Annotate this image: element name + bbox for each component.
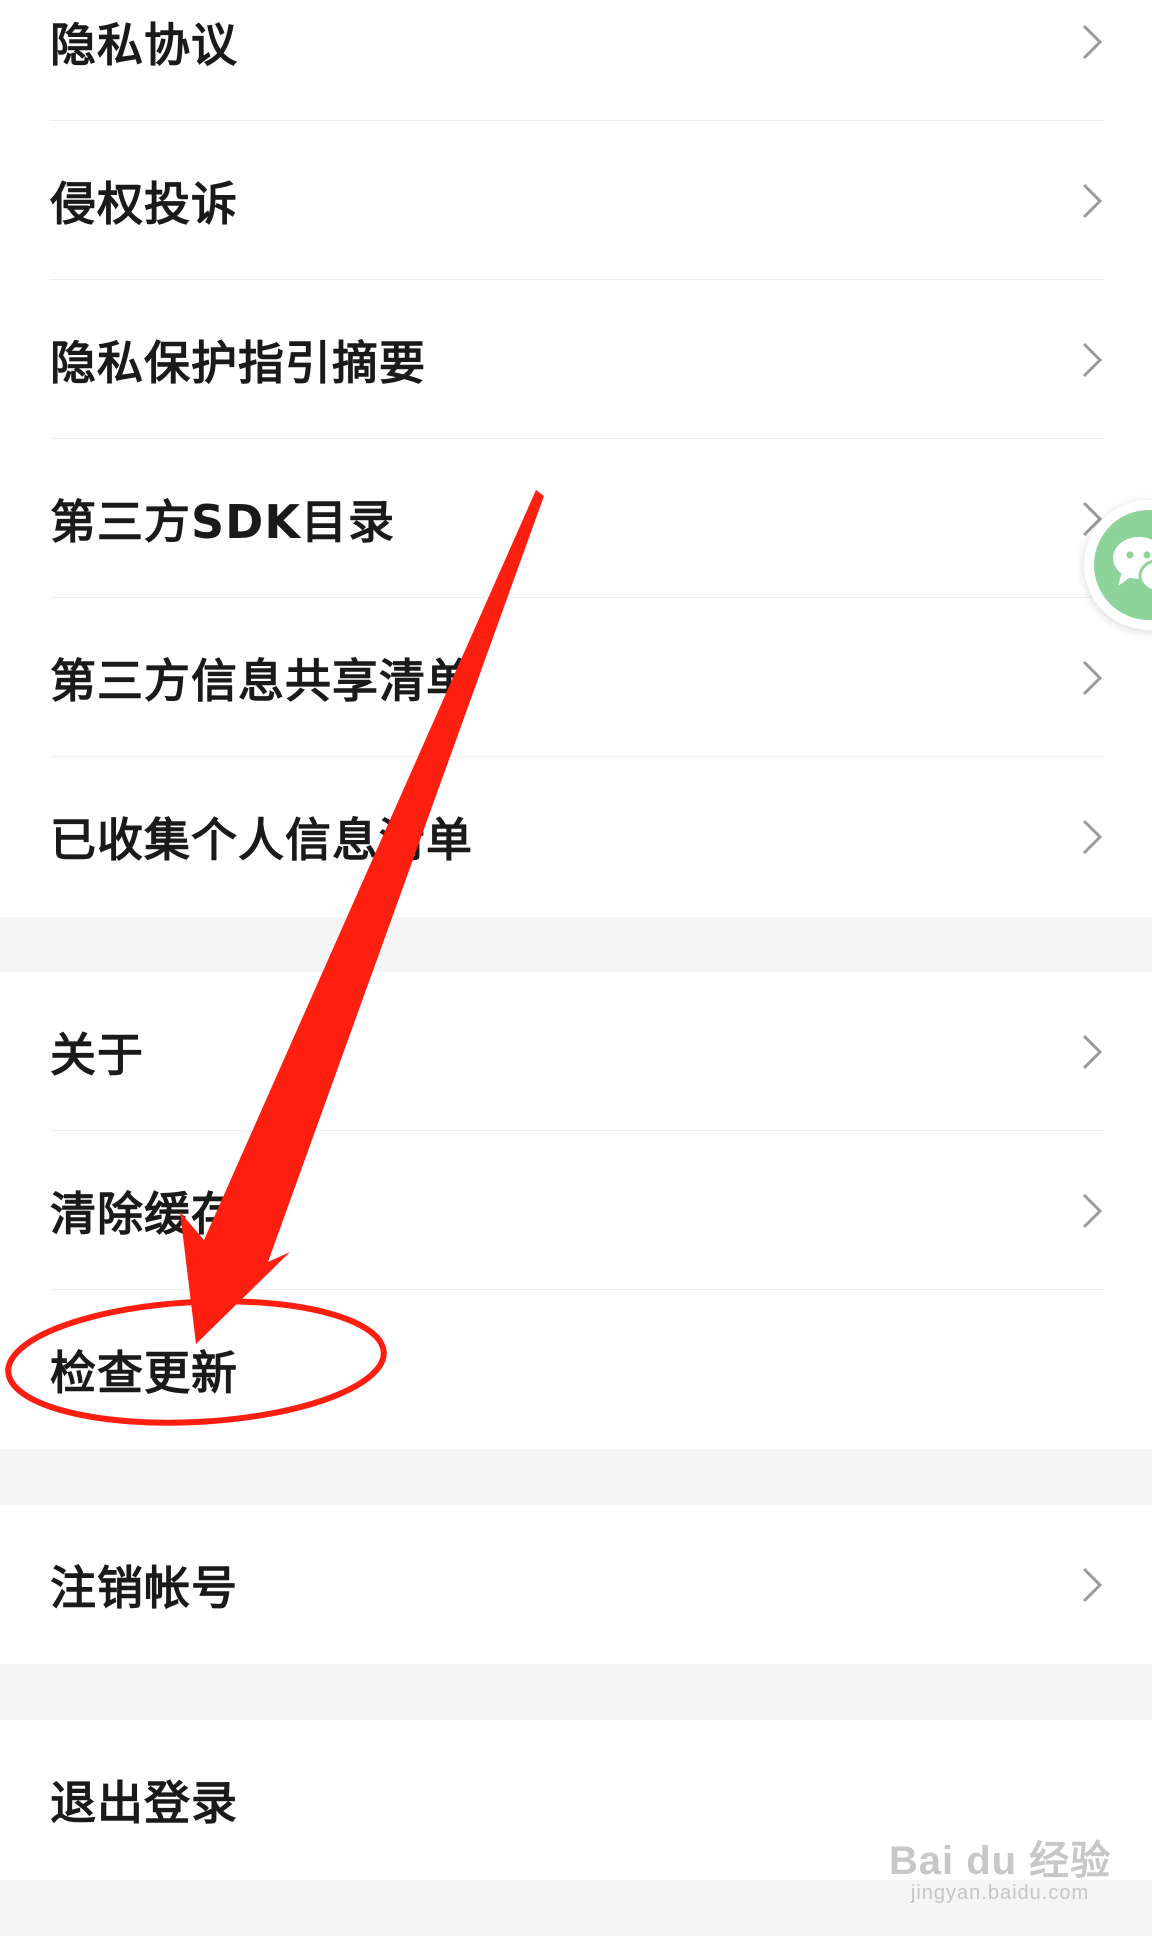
menu-item-label: 第三方SDK目录	[50, 494, 395, 549]
menu-item-label: 退出登录	[50, 1775, 238, 1830]
menu-item-third-party-sharing[interactable]: 第三方信息共享清单	[0, 598, 1152, 757]
settings-group-privacy: 隐私协议 侵权投诉 隐私保护指引摘要 第三方SDK目录 第三方信息共享清单 已收…	[0, 0, 1152, 917]
wechat-icon	[1094, 510, 1152, 620]
menu-item-label: 已收集个人信息清单	[50, 812, 473, 867]
menu-item-label: 关于	[50, 1027, 144, 1082]
chevron-right-icon	[1082, 660, 1103, 695]
chevron-right-icon	[1082, 1193, 1103, 1228]
chevron-right-icon	[1082, 24, 1103, 59]
menu-item-collected-info[interactable]: 已收集个人信息清单	[0, 757, 1152, 916]
menu-item-clear-cache[interactable]: 清除缓存	[0, 1131, 1152, 1290]
menu-item-label: 注销帐号	[50, 1560, 238, 1615]
menu-item-label: 侵权投诉	[50, 176, 238, 231]
settings-page: 隐私协议 侵权投诉 隐私保护指引摘要 第三方SDK目录 第三方信息共享清单 已收…	[0, 0, 1152, 1936]
menu-item-label: 检查更新	[50, 1345, 238, 1400]
menu-item-label: 隐私协议	[50, 17, 238, 72]
chevron-right-icon	[1082, 819, 1103, 854]
settings-group-app: 关于 清除缓存 检查更新	[0, 972, 1152, 1449]
menu-item-label: 隐私保护指引摘要	[50, 335, 426, 390]
menu-item-infringement-complaint[interactable]: 侵权投诉	[0, 121, 1152, 280]
chevron-right-icon	[1082, 1034, 1103, 1069]
chevron-right-icon	[1082, 1567, 1103, 1602]
menu-item-third-party-sdk[interactable]: 第三方SDK目录	[0, 439, 1152, 598]
watermark-main: Bai du 经验	[888, 1839, 1112, 1883]
watermark-sub: jingyan.baidu.com	[910, 1882, 1090, 1904]
menu-item-label: 清除缓存	[50, 1186, 238, 1241]
chevron-right-icon	[1082, 342, 1103, 377]
chevron-right-icon	[1082, 183, 1103, 218]
menu-item-check-update[interactable]: 检查更新	[0, 1290, 1152, 1449]
settings-group-account: 注销帐号	[0, 1505, 1152, 1664]
menu-item-privacy-guide-summary[interactable]: 隐私保护指引摘要	[0, 280, 1152, 439]
wechat-share-button[interactable]	[1084, 500, 1152, 630]
menu-item-about[interactable]: 关于	[0, 972, 1152, 1131]
menu-item-delete-account[interactable]: 注销帐号	[0, 1505, 1152, 1664]
baidu-jingyan-watermark: Bai du 经验 jingyan.baidu.com	[880, 1820, 1120, 1916]
menu-item-label: 第三方信息共享清单	[50, 653, 473, 708]
menu-item-privacy-agreement[interactable]: 隐私协议	[0, 0, 1152, 121]
